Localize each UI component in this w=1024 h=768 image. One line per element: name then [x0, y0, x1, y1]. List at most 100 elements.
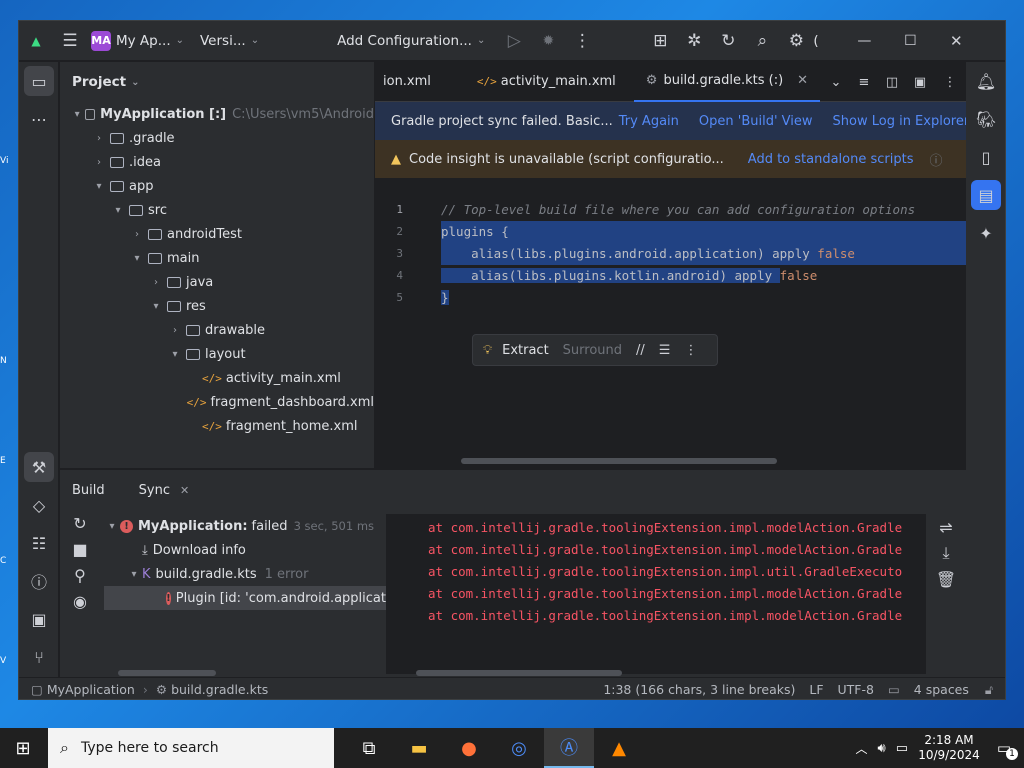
- tree-item[interactable]: › .gradle: [60, 126, 374, 150]
- tree-item[interactable]: ▾ src: [60, 198, 374, 222]
- more-options-icon[interactable]: ⋮: [934, 62, 966, 102]
- lock-icon[interactable]: 🔓︎: [985, 682, 993, 698]
- problems-icon[interactable]: ⓘ: [19, 562, 59, 600]
- extract-button[interactable]: Extract: [502, 343, 549, 358]
- chevron-down-icon[interactable]: ▾: [91, 181, 107, 192]
- eye-icon[interactable]: ◉: [60, 588, 100, 614]
- chevron-down-icon[interactable]: ▾: [72, 109, 82, 120]
- task-view-icon[interactable]: ⧉: [344, 728, 394, 768]
- chevron-up-icon[interactable]: ︿: [855, 740, 867, 757]
- project-panel-header[interactable]: Project ⌄: [60, 62, 374, 102]
- network-icon[interactable]: ▭: [896, 741, 908, 756]
- file-encoding[interactable]: UTF-8: [838, 682, 874, 697]
- tab-activity-main[interactable]: </> activity_main.xml: [465, 62, 628, 102]
- rerun-icon[interactable]: ↻: [60, 510, 100, 536]
- sync-gradle-icon[interactable]: ↻: [711, 21, 745, 61]
- gemini-icon[interactable]: ◇: [19, 486, 59, 524]
- desktop-icon-fragment[interactable]: E: [0, 456, 18, 466]
- tab-build-gradle[interactable]: ⚙ build.gradle.kts (:) ✕: [633, 62, 821, 102]
- chevron-right-icon[interactable]: ›: [91, 133, 107, 144]
- tree-item[interactable]: › androidTest: [60, 222, 374, 246]
- build-tree-item[interactable]: ▾ K build.gradle.kts 1 error: [104, 562, 386, 586]
- chevron-right-icon[interactable]: ›: [129, 229, 145, 240]
- desktop-icon-fragment[interactable]: C: [0, 556, 18, 566]
- tree-item[interactable]: ▾ app: [60, 174, 374, 198]
- chevron-right-icon[interactable]: ›: [91, 157, 107, 168]
- gradle-icon[interactable]: 🐘︎: [966, 100, 1005, 138]
- device-manager-icon[interactable]: ▯: [966, 138, 1005, 176]
- android-studio-taskbar-icon[interactable]: Ⓐ: [544, 728, 594, 768]
- build-tree-item-selected[interactable]: ! Plugin [id: 'com.android.applicat: [104, 586, 386, 610]
- tab-ion-xml[interactable]: ion.xml: [375, 62, 443, 102]
- add-standalone-link[interactable]: Add to standalone scripts: [748, 152, 914, 167]
- breadcrumb-project[interactable]: MyApplication: [47, 682, 135, 697]
- split-view-icon[interactable]: ◫: [878, 62, 906, 102]
- desktop-icon-fragment[interactable]: Vi: [0, 156, 18, 166]
- debug-icon[interactable]: ✹: [531, 21, 565, 61]
- project-switcher[interactable]: MA My Ap... ⌄: [91, 30, 184, 51]
- search-icon[interactable]: ⌕: [745, 21, 779, 61]
- chevron-right-icon[interactable]: ›: [167, 325, 183, 336]
- tree-scrollbar[interactable]: [118, 670, 216, 676]
- chevron-down-icon[interactable]: ▾: [129, 253, 145, 264]
- chevron-down-icon[interactable]: ▾: [167, 349, 183, 360]
- tree-item[interactable]: </> fragment_dashboard.xml: [60, 390, 374, 414]
- caret-position[interactable]: 1:38 (166 chars, 3 line breaks): [603, 682, 795, 697]
- git-icon[interactable]: ⑂: [19, 638, 59, 676]
- surround-button[interactable]: Surround: [563, 343, 622, 358]
- sdk-manager-icon[interactable]: ⊞: [643, 21, 677, 61]
- lightbulb-icon[interactable]: 💡︎: [483, 343, 492, 358]
- close-tab-icon[interactable]: ✕: [180, 484, 189, 497]
- gemini-spark-icon[interactable]: ✦: [966, 214, 1005, 252]
- code-view-icon[interactable]: ≡: [850, 62, 878, 102]
- scroll-to-end-icon[interactable]: ⤓: [926, 540, 966, 566]
- indent-setting[interactable]: 4 spaces: [914, 682, 969, 697]
- run-config-selector[interactable]: Add Configuration... ⌄: [337, 33, 485, 49]
- tree-item[interactable]: </> activity_main.xml: [60, 366, 374, 390]
- trash-icon[interactable]: 🗑︎: [926, 566, 966, 592]
- main-menu-icon[interactable]: ☰: [53, 21, 87, 61]
- running-devices-icon[interactable]: ▤: [971, 180, 1001, 210]
- soft-wrap-icon[interactable]: ⇌: [926, 514, 966, 540]
- app-inspection-icon[interactable]: ✲: [677, 21, 711, 61]
- minimize-icon[interactable]: —: [841, 21, 887, 61]
- notifications-icon[interactable]: 🔔︎: [966, 62, 1005, 100]
- tree-item[interactable]: ▾ main: [60, 246, 374, 270]
- tree-item[interactable]: › .idea: [60, 150, 374, 174]
- volume-icon[interactable]: 🔊︎: [878, 741, 886, 756]
- build-console[interactable]: at com.intellij.gradle.toolingExtension.…: [386, 514, 926, 674]
- tree-item[interactable]: ▾ MyApplication [:] C:\Users\vm5\Android: [60, 102, 374, 126]
- chevron-down-icon[interactable]: ▾: [110, 205, 126, 216]
- desktop-icon-fragment[interactable]: V: [0, 656, 18, 666]
- horizontal-scrollbar[interactable]: [461, 458, 777, 464]
- help-icon[interactable]: ⓘ: [930, 150, 943, 169]
- stop-icon[interactable]: ■: [60, 536, 100, 562]
- build-tree-root[interactable]: ▾ ! MyApplication: failed 3 sec, 501 ms: [104, 514, 386, 538]
- tree-item[interactable]: › drawable: [60, 318, 374, 342]
- line-separator[interactable]: LF: [809, 682, 823, 697]
- maximize-icon[interactable]: ☐: [887, 21, 933, 61]
- vlc-icon[interactable]: ▲: [594, 728, 644, 768]
- build-tree-item[interactable]: ⤓ Download info: [104, 538, 386, 562]
- desktop-icon-fragment[interactable]: N: [0, 356, 18, 366]
- taskbar-search[interactable]: ⌕ Type here to search: [48, 728, 334, 768]
- breadcrumb-file[interactable]: build.gradle.kts: [171, 682, 268, 697]
- pin-icon[interactable]: ⚲: [60, 562, 100, 588]
- project-tool-icon[interactable]: ▭: [24, 66, 54, 96]
- comment-icon[interactable]: //: [636, 343, 645, 358]
- chevron-down-icon[interactable]: ▾: [148, 301, 164, 312]
- notification-center-icon[interactable]: ▭ 1: [984, 728, 1024, 768]
- chevron-right-icon[interactable]: ›: [148, 277, 164, 288]
- vcs-widget[interactable]: Versi... ⌄: [200, 33, 259, 49]
- file-explorer-icon[interactable]: ▬: [394, 728, 444, 768]
- more-tools-icon[interactable]: ⋯: [19, 100, 59, 138]
- design-view-icon[interactable]: ▣: [906, 62, 934, 102]
- chrome-icon[interactable]: ◎: [494, 728, 544, 768]
- more-actions-icon[interactable]: ⋮: [565, 21, 599, 61]
- tree-item[interactable]: › java: [60, 270, 374, 294]
- firefox-icon[interactable]: ●: [444, 728, 494, 768]
- build-tool-icon[interactable]: ⚒: [24, 452, 54, 482]
- code-editor[interactable]: 1 2 3 4 5 // Top-level build file where …: [375, 199, 966, 459]
- console-scrollbar[interactable]: [416, 670, 622, 676]
- chevron-down-icon[interactable]: ⌄: [822, 62, 850, 102]
